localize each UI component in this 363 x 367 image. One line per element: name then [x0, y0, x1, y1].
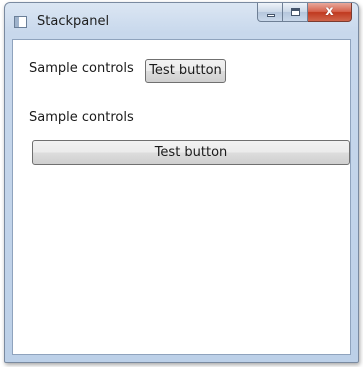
title-bar[interactable]: Stackpanel x — [5, 3, 358, 39]
close-icon: x — [325, 4, 334, 19]
vertical-test-button[interactable]: Test button — [32, 140, 350, 165]
minimize-icon — [267, 14, 275, 17]
window-title: Stackpanel — [37, 14, 110, 29]
horizontal-sample-label: Sample controls — [29, 61, 134, 76]
app-window: Stackpanel x Sample controls Test button… — [4, 2, 359, 363]
window-app-icon[interactable] — [14, 16, 27, 28]
horizontal-test-button[interactable]: Test button — [145, 59, 226, 83]
close-button[interactable]: x — [308, 3, 352, 22]
caption-buttons: x — [257, 3, 352, 23]
maximize-button[interactable] — [283, 3, 308, 22]
client-area: Sample controls Test button Sample contr… — [12, 39, 351, 355]
maximize-icon — [291, 8, 300, 16]
vertical-sample-label: Sample controls — [29, 110, 134, 125]
minimize-button[interactable] — [257, 3, 283, 22]
